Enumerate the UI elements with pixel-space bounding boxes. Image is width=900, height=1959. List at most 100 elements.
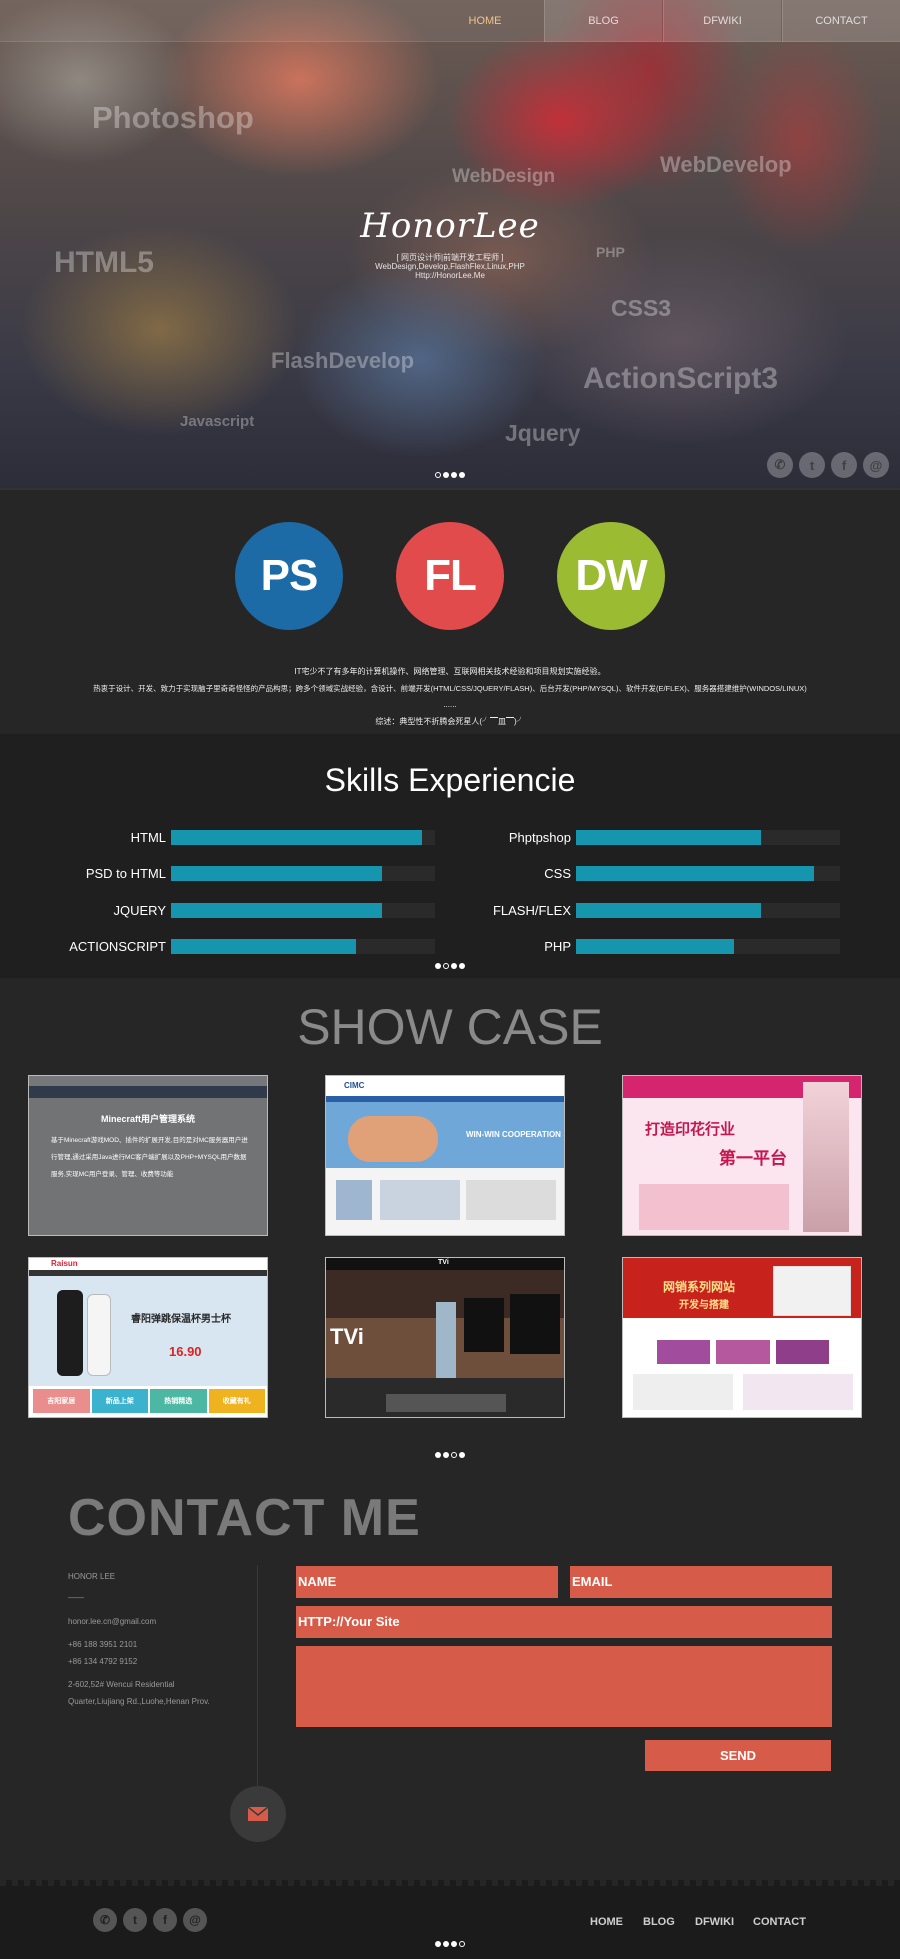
showcase-item-cimc[interactable]: CIMC WIN-WIN COOPERATION xyxy=(325,1075,565,1236)
skill-label-html: HTML xyxy=(130,830,166,845)
message-textarea[interactable] xyxy=(296,1646,832,1727)
skill-label-psd-to-html: PSD to HTML xyxy=(85,866,166,881)
skill-fill xyxy=(576,866,814,881)
nav-dfwiki[interactable]: DFWIKI xyxy=(663,0,781,42)
footer-nav-home[interactable]: HOME xyxy=(590,1916,623,1928)
thumb-banner: WIN-WIN COOPERATION xyxy=(466,1130,561,1139)
skill-bar-psd-to-html xyxy=(171,866,435,881)
slider-dot[interactable] xyxy=(451,963,457,969)
skill-label-jquery: JQUERY xyxy=(113,903,167,918)
ps-badge: PS xyxy=(235,522,343,630)
intro-text-ellipsis: ...... xyxy=(443,700,457,709)
skill-bar-css xyxy=(576,866,840,881)
footer-nav-blog[interactable]: BLOG xyxy=(643,1916,675,1928)
skills-section: Skills Experiencie HTML PSD to HTML JQUE… xyxy=(0,734,900,978)
footer-slider-dots xyxy=(0,1941,900,1947)
slider-dot[interactable] xyxy=(451,1452,457,1458)
top-nav: HOME BLOG DFWIKI CONTACT xyxy=(0,0,900,42)
hero-subtitle-skills: WebDesign,Develop,FlashFlex,Linux,PHP xyxy=(375,262,525,271)
thumb-brand: Raisun xyxy=(51,1259,78,1268)
thumb-block xyxy=(743,1374,853,1410)
wechat-icon[interactable]: ✆ xyxy=(767,452,793,478)
footer-nav-contact[interactable]: CONTACT xyxy=(753,1916,806,1928)
nav-blog[interactable]: BLOG xyxy=(544,0,662,42)
thumb-tab: 收藏有礼 xyxy=(208,1389,265,1413)
contact-address-1: 2-602,52# Wencui Residential xyxy=(68,1680,175,1689)
thumb-brand: CIMC xyxy=(344,1081,365,1090)
slider-dot[interactable] xyxy=(459,963,465,969)
contact-divider xyxy=(257,1565,258,1810)
footer-social-icons: ✆ t f @ xyxy=(93,1908,207,1932)
contact-email[interactable]: honor.lee.cn@gmail.com xyxy=(68,1617,156,1626)
showcase-item-printing[interactable]: 打造印花行业 第一平台 xyxy=(622,1075,862,1236)
footer-nav-dfwiki[interactable]: DFWIKI xyxy=(695,1916,734,1928)
slider-dot[interactable] xyxy=(435,1452,441,1458)
showcase-item-minecraft[interactable]: Minecraft用户管理系统 基于Minecraft游戏MOD、插件的扩展开发… xyxy=(28,1075,268,1236)
nav-contact[interactable]: CONTACT xyxy=(782,0,900,42)
tag-css3: CSS3 xyxy=(611,295,672,321)
tag-photoshop: Photoshop xyxy=(92,100,254,135)
hero-subtitle-url: Http://HonorLee.Me xyxy=(415,271,485,280)
skill-fill xyxy=(171,903,383,918)
tag-javascript: Javascript xyxy=(180,413,255,430)
slider-dot[interactable] xyxy=(443,963,449,969)
showcase-item-raisun[interactable]: Raisun 睿阳弹跳保温杯男士杯 16.90 吉阳家居 新品上架 热销精选 收… xyxy=(28,1257,268,1418)
email-field[interactable]: EMAIL xyxy=(570,1566,832,1598)
skills-slider-dots xyxy=(0,963,900,969)
thumb-block xyxy=(336,1180,372,1220)
thumb-brand: TVi xyxy=(438,1259,449,1266)
slider-dot[interactable] xyxy=(443,472,449,478)
hero-subtitle-role: [ 网页设计师|前端开发工程师 ] xyxy=(396,253,504,262)
slider-dot[interactable] xyxy=(459,472,465,478)
contact-phone-1: +86 188 3951 2101 xyxy=(68,1640,138,1649)
skill-bar-jquery xyxy=(171,903,435,918)
skill-fill xyxy=(576,830,761,845)
slider-dot[interactable] xyxy=(443,1452,449,1458)
slider-dot[interactable] xyxy=(459,1452,465,1458)
facebook-icon[interactable]: f xyxy=(831,452,857,478)
skill-label-flash-flex: FLASH/FLEX xyxy=(492,903,571,918)
intro-text-1: IT宅少不了有多年的计算机操作、网络管理、互联网相关技术经验和项目规划实施经验。 xyxy=(294,667,606,676)
hero-social-icons: ✆ t f @ xyxy=(767,452,889,478)
slider-dot[interactable] xyxy=(451,1941,457,1947)
thumb-block xyxy=(466,1180,556,1220)
brand-logo: HonorLee xyxy=(360,206,540,246)
at-icon[interactable]: @ xyxy=(183,1908,207,1932)
thumb-screen xyxy=(464,1298,504,1352)
slider-dot[interactable] xyxy=(451,472,457,478)
bottle-image xyxy=(57,1290,83,1376)
at-icon[interactable]: @ xyxy=(863,452,889,478)
showcase-title: SHOW CASE xyxy=(297,999,603,1055)
twitter-icon[interactable]: t xyxy=(799,452,825,478)
hero-banner: HOME BLOG DFWIKI CONTACT Photoshop WebDe… xyxy=(0,0,900,488)
showcase-item-tvi[interactable]: TVi TVi xyxy=(325,1257,565,1418)
skill-fill xyxy=(171,830,422,845)
name-field[interactable]: NAME xyxy=(296,1566,558,1598)
site-field[interactable]: HTTP://Your Site xyxy=(296,1606,832,1638)
thumb-caption-body: 基于Minecraft游戏MOD、插件的扩展开发,目的是对MC服务器用户进行管理… xyxy=(51,1137,248,1178)
slider-dot[interactable] xyxy=(443,1941,449,1947)
mail-badge xyxy=(230,1786,286,1842)
facebook-icon[interactable]: f xyxy=(153,1908,177,1932)
bottle-image xyxy=(87,1294,111,1376)
slider-dot[interactable] xyxy=(435,1941,441,1947)
skill-fill xyxy=(171,866,383,881)
twitter-icon[interactable]: t xyxy=(123,1908,147,1932)
showcase-item-netsales[interactable]: 网销系列网站 开发与搭建 xyxy=(622,1257,862,1418)
slider-dot[interactable] xyxy=(435,963,441,969)
send-button[interactable]: SEND xyxy=(645,1740,831,1771)
intro-section: PS FL DW IT宅少不了有多年的计算机操作、网络管理、互联网相关技术经验和… xyxy=(0,488,900,734)
thumb-gallery xyxy=(657,1340,829,1364)
slider-dot[interactable] xyxy=(435,472,441,478)
thumb-title: 网销系列网站 xyxy=(663,1280,736,1294)
nav-home[interactable]: HOME xyxy=(426,0,544,42)
dw-badge: DW xyxy=(557,522,665,630)
contact-name: HONOR LEE xyxy=(68,1572,116,1581)
skill-label-actionscript: ACTIONSCRIPT xyxy=(69,939,166,954)
intro-text-summary: 综述：典型性不折腾会死星人(╯▔皿▔)╯ xyxy=(375,717,525,726)
wechat-icon[interactable]: ✆ xyxy=(93,1908,117,1932)
slider-dot[interactable] xyxy=(459,1941,465,1947)
showcase-slider-dots xyxy=(0,1452,900,1458)
thumb-tab: 热销精选 xyxy=(150,1389,207,1413)
thumb-screens xyxy=(773,1266,851,1316)
